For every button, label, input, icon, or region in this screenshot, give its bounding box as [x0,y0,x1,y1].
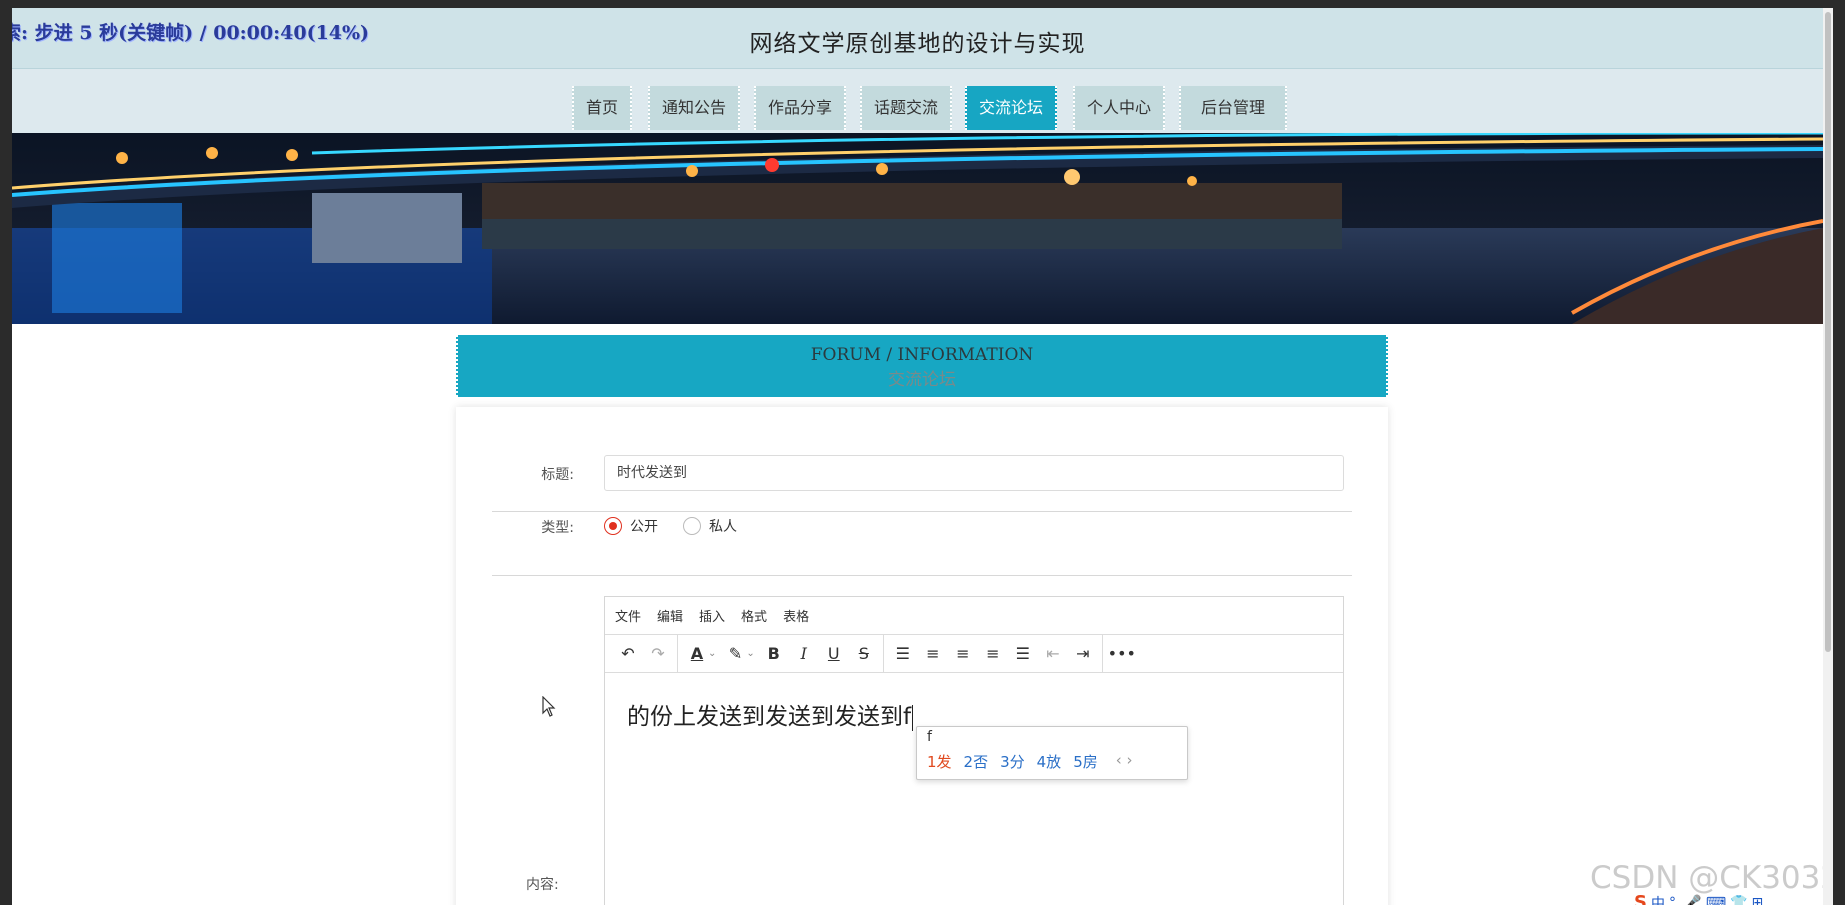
radio-public-label: 公开 [630,519,658,535]
ime-candidate-popup: f 1发 2否 3分 4放 5房 ‹ › [916,726,1188,780]
ime-tray-item[interactable]: °, [1669,895,1680,905]
ime-candidate[interactable]: 1发 [927,751,952,772]
redo-icon[interactable]: ↷ [643,639,673,669]
radio-private-label: 私人 [709,519,737,535]
radio-public-circle[interactable] [604,517,622,535]
menu-edit[interactable]: 编辑 [657,606,683,625]
type-label: 类型: [541,520,574,536]
window-frame-left [0,0,12,905]
strikethrough-icon[interactable]: S [849,639,879,669]
title-label: 标题: [541,467,574,483]
window-frame-top [0,0,1845,8]
more-icon[interactable]: ••• [1107,639,1137,669]
ime-candidate[interactable]: 2否 [964,751,989,772]
menu-table[interactable]: 表格 [783,606,809,625]
ime-candidates: 1发 2否 3分 4放 5房 ‹ › [927,751,1133,772]
editor-menubar: 文件 编辑 插入 格式 表格 [605,597,1343,635]
radio-public[interactable]: 公开 [604,515,658,537]
underline-icon[interactable]: U [819,639,849,669]
nav-item-topics[interactable]: 话题交流 [860,86,952,130]
ime-page-arrows[interactable]: ‹ › [1116,751,1133,772]
menu-insert[interactable]: 插入 [699,606,725,625]
ime-candidate[interactable]: 5房 [1073,751,1098,772]
nav-item-notices[interactable]: 通知公告 [648,86,740,130]
bridge-night-illustration [12,133,1823,324]
ime-candidate[interactable]: 3分 [1000,751,1025,772]
nav-item-profile[interactable]: 个人中心 [1073,86,1165,130]
section-title-cn: 交流论坛 [888,370,956,390]
radio-private-circle[interactable] [683,517,701,535]
nav-item-works[interactable]: 作品分享 [754,86,846,130]
line-height-icon[interactable]: ☰ [888,639,918,669]
page: 网络文学原创基地的设计与实现 索: 步进 5 秒(关键帧) / 00:00:40… [12,8,1823,905]
ime-tray-item[interactable]: ⊞ [1752,895,1764,905]
chevron-down-icon[interactable]: ⌄ [708,648,716,659]
scrollbar-thumb[interactable] [1825,12,1831,652]
nav-item-forum[interactable]: 交流论坛 [965,86,1057,130]
undo-icon[interactable]: ↶ [613,639,643,669]
divider [492,511,1352,512]
banner-image [12,133,1823,324]
menu-format[interactable]: 格式 [741,606,767,625]
ime-pinyin: f [927,729,932,745]
divider [492,575,1352,576]
editor-toolbar: ↶ ↷ A ⌄ ✎ ⌄ B I U S ☰ ≡ ≡ ≡ ☰ ⇤ ⇥ ••• [605,635,1343,673]
nav-item-admin[interactable]: 后台管理 [1179,86,1287,130]
chevron-down-icon[interactable]: ⌄ [746,648,754,659]
window-frame-right [1833,0,1845,905]
ime-tray-item[interactable]: 👕 [1730,895,1747,905]
nav-item-home[interactable]: 首页 [572,86,632,130]
align-center-icon[interactable]: ≡ [948,639,978,669]
title-input[interactable]: 时代发送到 [604,455,1344,491]
text-caret [912,704,914,731]
ime-tray-item[interactable]: 🎤 [1684,895,1701,905]
italic-icon[interactable]: I [789,639,819,669]
indent-icon[interactable]: ⇥ [1068,639,1098,669]
editor-text: 的份上发送到发送到发送到f [627,704,912,730]
align-right-icon[interactable]: ≡ [978,639,1008,669]
page-scrollbar[interactable] [1823,8,1833,905]
align-left-icon[interactable]: ≡ [918,639,948,669]
bold-icon[interactable]: B [759,639,789,669]
radio-private[interactable]: 私人 [683,515,737,537]
ime-tray-item[interactable]: 中 [1651,893,1665,905]
watermark: CSDN @CK3032 [1590,860,1823,896]
ime-candidate[interactable]: 4放 [1037,751,1062,772]
mouse-cursor-icon [542,696,556,717]
ime-tray: S 中 °, 🎤 ⌨ 👕 ⊞ [1634,892,1767,905]
section-title-en: FORUM / INFORMATION [810,345,1034,365]
sogou-logo-icon[interactable]: S [1634,892,1647,905]
content-label: 内容: [526,877,559,893]
section-header: FORUM / INFORMATION 交流论坛 [456,335,1388,397]
post-form: 标题: 时代发送到 类型: 公开 私人 文件 编辑 插入 格式 表格 ↶ ↷ A… [456,407,1388,905]
main-nav: 首页 通知公告 作品分享 话题交流 交流论坛 个人中心 后台管理 [12,69,1823,135]
menu-file[interactable]: 文件 [615,606,641,625]
outdent-icon[interactable]: ⇤ [1038,639,1068,669]
align-justify-icon[interactable]: ☰ [1008,639,1038,669]
video-overlay-text: 索: 步进 5 秒(关键帧) / 00:00:40(14%) [12,22,370,44]
ime-tray-item[interactable]: ⌨ [1706,895,1726,905]
